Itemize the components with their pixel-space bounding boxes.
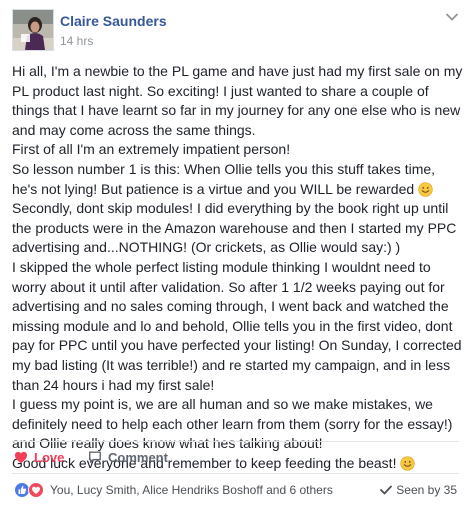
paragraph: First of all I'm an extremely impatient … (12, 141, 291, 158)
smile-emoji-icon (418, 181, 433, 197)
seen-count: Seen by 35 (396, 483, 457, 497)
reaction-names[interactable]: You, Lucy Smith, Alice Hendriks Boshoff … (50, 483, 333, 497)
post-timestamp[interactable]: 14 hrs (60, 34, 93, 48)
author-name[interactable]: Claire Saunders (60, 13, 167, 29)
check-icon (380, 485, 393, 495)
avatar-photo (13, 10, 53, 50)
reaction-icons[interactable] (14, 482, 48, 498)
comment-button[interactable]: Comment (88, 442, 168, 472)
reactions-footer: You, Lucy Smith, Alice Hendriks Boshoff … (0, 474, 471, 505)
chevron-down-icon[interactable] (445, 10, 459, 24)
heart-icon (14, 451, 28, 463)
comment-icon (89, 451, 101, 463)
love-reaction-icon (28, 482, 44, 498)
comment-label: Comment (108, 449, 168, 465)
paragraph: Hi all, I'm a newbie to the PL game and … (12, 63, 463, 138)
seen-by[interactable]: Seen by 35 (380, 483, 457, 497)
paragraph: Secondly, dont skip modules! I did every… (12, 200, 457, 256)
love-label: Love (34, 449, 65, 465)
action-bar: Love Comment (0, 442, 471, 472)
paragraph-text: So lesson number 1 is this: When Ollie t… (12, 160, 436, 197)
paragraph: So lesson number 1 is this: When Ollie t… (12, 160, 464, 199)
post-body: Hi all, I'm a newbie to the PL game and … (12, 62, 464, 473)
paragraph: I skipped the whole perfect listing modu… (12, 258, 462, 393)
love-button[interactable]: Love (14, 442, 64, 472)
avatar[interactable] (12, 9, 54, 51)
facebook-post: Claire Saunders 14 hrs Hi all, I'm a new… (0, 0, 471, 505)
